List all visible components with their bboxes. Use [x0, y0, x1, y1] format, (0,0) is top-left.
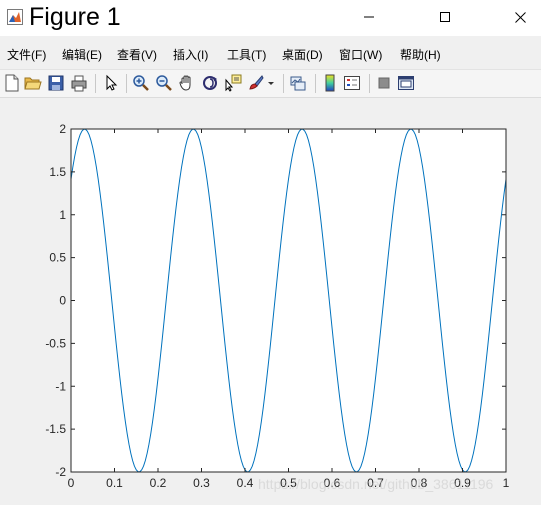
close-button[interactable] [497, 0, 541, 34]
figure-toolbar [0, 69, 541, 98]
y-tick-label: 0.5 [49, 251, 66, 265]
y-tick-label: -1.5 [45, 422, 66, 436]
save-icon[interactable] [47, 74, 65, 92]
maximize-icon [440, 12, 450, 22]
rotate-3d-icon[interactable] [201, 74, 219, 92]
matlab-app-icon [7, 9, 23, 25]
menu-file[interactable]: 文件(F) [7, 46, 46, 63]
y-tick-label: -1 [55, 379, 66, 393]
minimize-button[interactable] [346, 0, 392, 34]
menu-window[interactable]: 窗口(W) [339, 46, 382, 63]
x-tick-label: 0.4 [237, 476, 254, 490]
menu-desktop[interactable]: 桌面(D) [282, 46, 323, 63]
menu-edit[interactable]: 编辑(E) [62, 46, 102, 63]
x-tick-label: 0.8 [411, 476, 428, 490]
brush-icon[interactable] [247, 74, 265, 92]
close-icon [514, 11, 526, 23]
minimize-icon [364, 16, 374, 18]
x-tick-label: 0 [68, 476, 75, 490]
print-icon[interactable] [70, 74, 88, 92]
figure-window: Figure 1 文件(F) 编辑(E) 查看(V) 插入(I) 工具(T) 桌… [0, 0, 541, 505]
menu-help[interactable]: 帮助(H) [400, 46, 441, 63]
data-cursor-icon[interactable] [224, 74, 242, 92]
menu-insert[interactable]: 插入(I) [173, 46, 208, 63]
window-title: Figure 1 [29, 3, 121, 31]
hide-plot-tools-icon[interactable] [375, 74, 393, 92]
x-tick-label: 0.5 [280, 476, 297, 490]
x-tick-label: 0.9 [454, 476, 471, 490]
maximize-button[interactable] [422, 0, 468, 34]
toolbar-separator [369, 74, 370, 93]
x-tick-label: 0.2 [150, 476, 167, 490]
toolbar-separator [126, 74, 127, 93]
link-plot-icon[interactable] [289, 74, 307, 92]
toolbar-separator [315, 74, 316, 93]
dropdown-arrow-icon[interactable] [266, 74, 276, 92]
toolbar-separator [283, 74, 284, 93]
x-tick-label: 0.6 [324, 476, 341, 490]
select-arrow-icon[interactable] [102, 74, 120, 92]
y-tick-label: -0.5 [45, 336, 66, 350]
show-plot-tools-icon[interactable] [397, 74, 415, 92]
y-tick-label: 1.5 [49, 165, 66, 179]
open-file-icon[interactable] [24, 74, 42, 92]
x-tick-label: 0.7 [367, 476, 384, 490]
zoom-out-icon[interactable] [155, 74, 173, 92]
menu-view[interactable]: 查看(V) [117, 46, 157, 63]
x-tick-label: 1 [503, 476, 510, 490]
y-tick-label: -2 [55, 465, 66, 479]
y-tick-label: 0 [59, 294, 66, 308]
menu-tools[interactable]: 工具(T) [227, 46, 266, 63]
x-tick-label: 0.3 [193, 476, 210, 490]
y-tick-label: 2 [59, 122, 66, 136]
y-tick-label: 1 [59, 208, 66, 222]
x-tick-label: 0.1 [106, 476, 123, 490]
colorbar-icon[interactable] [321, 74, 339, 92]
pan-hand-icon[interactable] [178, 74, 196, 92]
toolbar-separator [95, 74, 96, 93]
menu-bar: 文件(F) 编辑(E) 查看(V) 插入(I) 工具(T) 桌面(D) 窗口(W… [0, 42, 541, 66]
legend-icon[interactable] [343, 74, 361, 92]
title-bar: Figure 1 [0, 0, 541, 36]
line-chart[interactable]: 0 0.1 0.2 0.3 0.4 0.5 0.6 0.7 0.8 0.9 1 2 1.5 1 0.5 0 -0… [0, 98, 541, 505]
new-figure-icon[interactable] [3, 74, 21, 92]
zoom-in-icon[interactable] [132, 74, 150, 92]
plot-canvas[interactable]: 0 0.1 0.2 0.3 0.4 0.5 0.6 0.7 0.8 0.9 1 2 1.5 1 0.5 0 -0… [0, 98, 541, 505]
